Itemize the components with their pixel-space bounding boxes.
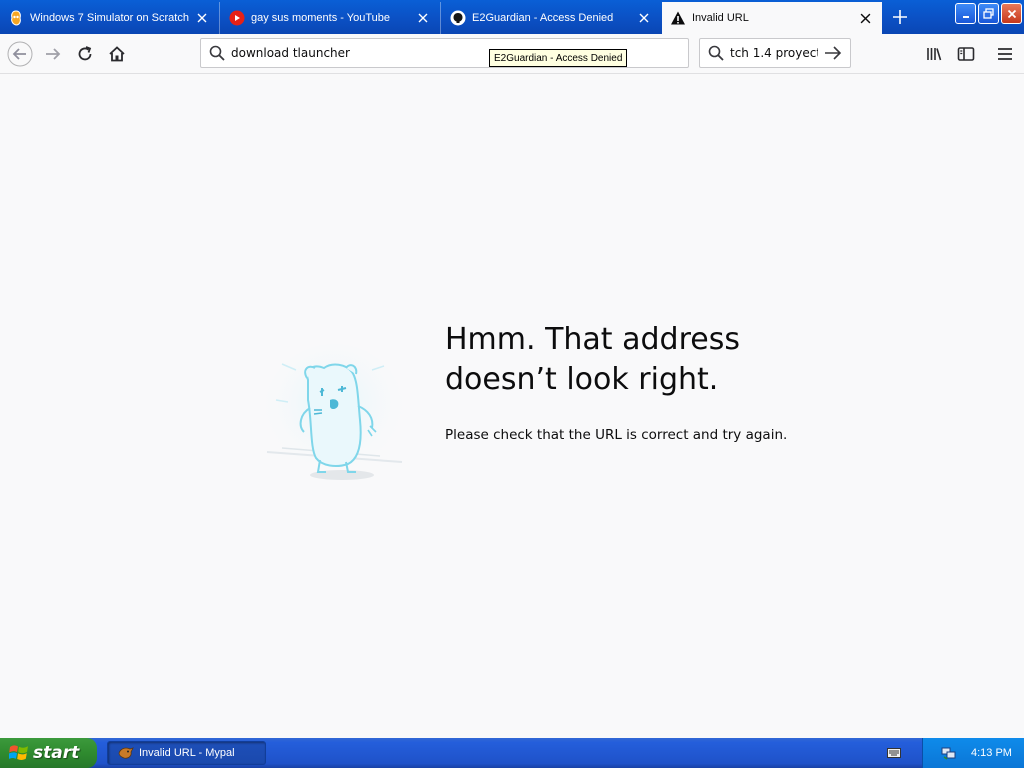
start-button[interactable]: start	[0, 738, 97, 768]
search-icon	[708, 45, 724, 61]
search-input[interactable]	[728, 45, 820, 61]
restore-icon	[983, 8, 994, 19]
tab-label: E2Guardian - Access Denied	[472, 12, 614, 24]
search-icon	[209, 45, 225, 61]
close-tab-icon[interactable]	[412, 7, 434, 29]
mypal-app-icon	[118, 746, 134, 760]
tab-label: Invalid URL	[692, 12, 749, 24]
system-tray: 4:13 PM	[922, 738, 1024, 768]
new-tab-button[interactable]	[886, 4, 914, 30]
sidebar-button[interactable]	[951, 39, 981, 69]
restore-button[interactable]	[978, 3, 999, 24]
library-button[interactable]	[919, 39, 949, 69]
start-label: start	[33, 743, 80, 763]
taskbar-window-label: Invalid URL - Mypal	[139, 747, 235, 759]
tab-label: Windows 7 Simulator on Scratch	[30, 12, 189, 24]
error-description: Please check that the URL is correct and…	[445, 427, 788, 443]
sidebar-icon	[957, 47, 975, 61]
reload-button[interactable]	[70, 39, 100, 69]
close-tab-icon[interactable]	[191, 7, 213, 29]
close-window-button[interactable]	[1001, 3, 1022, 24]
forward-arrow-icon	[46, 48, 61, 60]
taskbar: start Invalid URL - Mypal 4:13 PM	[0, 738, 1024, 768]
home-icon	[109, 46, 125, 62]
back-button[interactable]	[5, 39, 35, 69]
tab-bar: Windows 7 Simulator on Scratch gay sus m…	[0, 0, 1024, 34]
error-title-line-2: doesn’t look right.	[445, 362, 719, 397]
back-arrow-icon	[7, 41, 33, 67]
error-page	[0, 75, 1024, 738]
tab-youtube[interactable]: gay sus moments - YouTube	[221, 2, 441, 34]
keyboard-icon[interactable]	[886, 745, 902, 761]
plus-icon	[893, 10, 907, 24]
warning-icon	[670, 10, 686, 26]
error-title-line-1: Hmm. That address	[445, 322, 740, 357]
network-icon[interactable]	[941, 745, 957, 761]
github-icon	[450, 10, 466, 26]
minimize-icon	[962, 15, 969, 18]
tab-e2guardian[interactable]: E2Guardian - Access Denied	[442, 2, 661, 34]
taskbar-window-item[interactable]: Invalid URL - Mypal	[107, 741, 266, 765]
close-icon	[1007, 9, 1016, 18]
home-button[interactable]	[102, 39, 132, 69]
tab-scratch[interactable]: Windows 7 Simulator on Scratch	[0, 2, 220, 34]
forward-button[interactable]	[38, 39, 68, 69]
tab-label: gay sus moments - YouTube	[251, 12, 391, 24]
menu-button[interactable]	[990, 39, 1020, 69]
go-arrow-icon[interactable]	[824, 45, 842, 61]
error-title: Hmm. That address doesn’t look right.	[445, 320, 865, 400]
tab-invalid-url[interactable]: Invalid URL	[662, 2, 882, 34]
scratch-icon	[8, 10, 24, 26]
hamburger-menu-icon	[998, 48, 1012, 60]
close-tab-icon[interactable]	[633, 7, 655, 29]
reload-icon	[78, 46, 92, 61]
tab-tooltip: E2Guardian - Access Denied	[489, 49, 628, 67]
error-illustration	[262, 340, 412, 485]
clock[interactable]: 4:13 PM	[971, 747, 1012, 759]
search-bar[interactable]	[699, 38, 851, 68]
close-tab-icon[interactable]	[854, 7, 876, 29]
youtube-icon	[229, 10, 245, 26]
minimize-button[interactable]	[955, 3, 976, 24]
windows-logo-icon	[9, 744, 29, 762]
library-icon	[927, 48, 942, 61]
